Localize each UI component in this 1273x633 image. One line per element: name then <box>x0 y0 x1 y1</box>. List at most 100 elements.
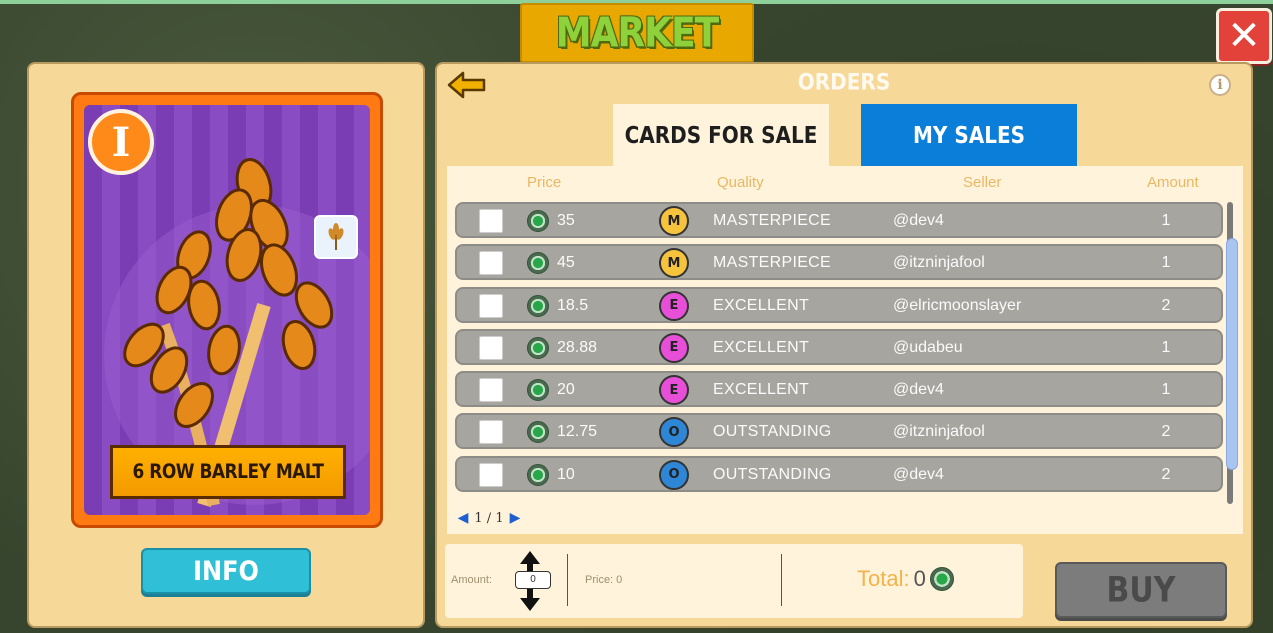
orders-list: 35 M MASTERPIECE @dev4 1 45 M MASTERPIECE @itzni… <box>455 202 1223 498</box>
column-header-quality[interactable]: Quality <box>717 174 764 191</box>
row-checkbox[interactable] <box>479 335 503 360</box>
column-header-seller[interactable]: Seller <box>963 174 1001 191</box>
row-amount: 1 <box>1161 381 1171 399</box>
prev-page-icon[interactable]: ◀ <box>458 510 469 526</box>
quality-badge-icon: E <box>659 332 689 363</box>
row-price: 35 <box>557 212 575 229</box>
row-price: 28.88 <box>557 338 598 356</box>
next-page-icon[interactable]: ▶ <box>510 510 521 526</box>
row-seller: @dev4 <box>893 465 944 483</box>
row-seller: @dev4 <box>893 212 944 229</box>
quality-badge-icon: M <box>659 206 689 236</box>
orders-table: Price Quality Seller Amount 35 M MASTERPIE… <box>447 166 1243 534</box>
info-icon[interactable]: i <box>1209 74 1231 96</box>
amount-label: Amount: <box>451 574 492 586</box>
order-row[interactable]: 18.5 E EXCELLENT @elricmoonslayer 2 <box>455 286 1223 323</box>
row-price: 45 <box>557 254 575 272</box>
row-price: 20 <box>557 381 575 399</box>
scrollbar-thumb[interactable] <box>1226 238 1238 470</box>
row-price: 10 <box>557 465 575 483</box>
pagination: ◀ 1 / 1 ▶ <box>447 502 531 534</box>
row-quality: MASTERPIECE <box>713 254 831 272</box>
separator <box>567 554 568 606</box>
row-price: 18.5 <box>557 296 589 314</box>
row-quality: OUTSTANDING <box>713 465 832 483</box>
row-amount: 1 <box>1161 212 1171 229</box>
row-seller: @dev4 <box>893 381 944 399</box>
card-detail-panel: I 6 ROW BARLEY MALT INFO <box>27 62 425 628</box>
card-frame[interactable]: I 6 ROW BARLEY MALT <box>71 92 383 528</box>
market-title-tab: MARKET <box>520 3 754 63</box>
order-row[interactable]: 12.75 O OUTSTANDING @itzninjafool 2 <box>455 413 1223 450</box>
price-label: Price: 0 <box>585 574 623 586</box>
close-button[interactable]: ✕ <box>1216 8 1272 64</box>
tab-my-sales[interactable]: MY SALES <box>861 104 1077 166</box>
coin-icon <box>929 567 954 591</box>
row-checkbox[interactable] <box>479 209 503 233</box>
row-quality: EXCELLENT <box>713 338 810 356</box>
tier-badge: I <box>88 109 154 175</box>
row-quality: EXCELLENT <box>713 296 810 314</box>
close-icon: ✕ <box>1227 13 1261 59</box>
row-seller: @elricmoonslayer <box>893 296 1022 314</box>
quality-badge-icon: M <box>659 248 689 279</box>
card-name: 6 ROW BARLEY MALT <box>132 460 324 484</box>
purchase-bar: Amount: 0 Price: 0 Total: 0 <box>445 544 1023 618</box>
coin-icon <box>527 336 549 359</box>
tab-cards-for-sale[interactable]: CARDS FOR SALE <box>613 104 829 166</box>
row-quality: MASTERPIECE <box>713 212 831 229</box>
row-checkbox[interactable] <box>479 251 503 276</box>
card-art-area: I 6 ROW BARLEY MALT <box>84 105 370 515</box>
quality-badge-icon: E <box>659 290 689 321</box>
row-price: 12.75 <box>557 423 598 441</box>
quality-badge-icon: O <box>659 459 689 490</box>
total-display: Total: 0 <box>857 566 954 592</box>
coin-icon <box>527 463 549 486</box>
card-name-plate: 6 ROW BARLEY MALT <box>110 445 346 499</box>
market-title: MARKET <box>555 9 719 57</box>
column-header-amount[interactable]: Amount <box>1147 174 1199 191</box>
tier-label: I <box>111 118 131 166</box>
order-row[interactable]: 35 M MASTERPIECE @dev4 1 <box>455 202 1223 238</box>
buy-button-label: BUY <box>1106 569 1176 611</box>
row-checkbox[interactable] <box>479 462 503 487</box>
orders-panel: ORDERS i CARDS FOR SALE MY SALES Price Q… <box>435 62 1253 628</box>
tab-my-sales-label: MY SALES <box>912 121 1026 149</box>
row-amount: 2 <box>1161 423 1171 441</box>
row-amount: 1 <box>1161 254 1171 272</box>
coin-icon <box>527 210 549 232</box>
tab-cards-for-sale-label: CARDS FOR SALE <box>624 121 818 149</box>
row-amount: 1 <box>1161 338 1171 356</box>
coin-icon <box>527 379 549 402</box>
coin-icon <box>527 421 549 444</box>
row-checkbox[interactable] <box>479 378 503 403</box>
page-indicator: 1 / 1 <box>474 510 504 526</box>
order-row[interactable]: 10 O OUTSTANDING @dev4 2 <box>455 455 1223 492</box>
order-row[interactable]: 28.88 E EXCELLENT @udabeu 1 <box>455 328 1223 365</box>
wheat-icon <box>314 215 358 259</box>
row-checkbox[interactable] <box>479 293 503 318</box>
row-quality: OUTSTANDING <box>713 423 832 441</box>
row-checkbox[interactable] <box>479 420 503 445</box>
row-seller: @udabeu <box>893 338 963 356</box>
row-amount: 2 <box>1161 465 1171 483</box>
info-button[interactable]: INFO <box>141 548 311 594</box>
row-seller: @itzninjafool <box>893 423 985 441</box>
amount-input[interactable]: 0 <box>515 571 551 589</box>
separator <box>781 554 782 606</box>
column-header-price[interactable]: Price <box>527 174 561 191</box>
total-value: 0 <box>913 566 926 591</box>
info-button-label: INFO <box>193 555 259 587</box>
row-amount: 2 <box>1161 296 1171 314</box>
orders-title: ORDERS <box>797 68 891 96</box>
coin-icon <box>527 294 549 317</box>
order-row[interactable]: 20 E EXCELLENT @dev4 1 <box>455 371 1223 408</box>
row-seller: @itzninjafool <box>893 254 985 272</box>
quality-badge-icon: E <box>659 375 689 406</box>
buy-button[interactable]: BUY <box>1055 562 1227 618</box>
quality-badge-icon: O <box>659 417 689 448</box>
row-quality: EXCELLENT <box>713 381 810 399</box>
total-label: Total: <box>857 566 910 591</box>
order-row[interactable]: 45 M MASTERPIECE @itzninjafool 1 <box>455 244 1223 281</box>
coin-icon <box>527 252 549 275</box>
